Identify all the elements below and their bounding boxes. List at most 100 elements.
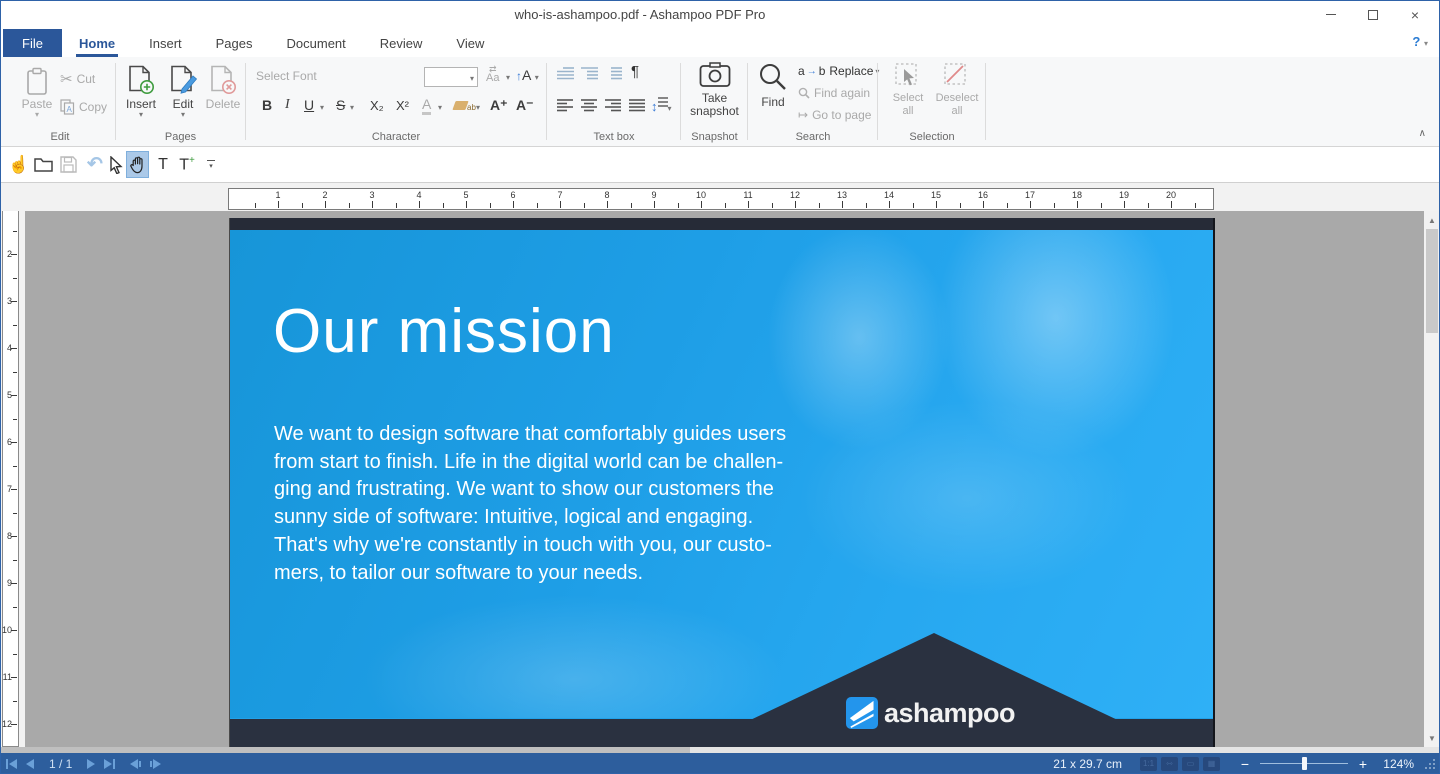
- zoom-slider[interactable]: [1260, 753, 1348, 774]
- pdf-page[interactable]: Our mission We want to design software t…: [229, 218, 1215, 747]
- add-text-icon: T+: [179, 154, 195, 174]
- zoom-in-button[interactable]: +: [1356, 756, 1370, 772]
- group-label-snapshot: Snapshot: [691, 131, 738, 143]
- pilcrow-button[interactable]: ¶: [631, 63, 639, 80]
- copy-icon: A: [60, 99, 75, 115]
- close-button[interactable]: ×: [1394, 0, 1436, 29]
- highlight-button[interactable]: ab: [452, 99, 476, 113]
- next-page-button[interactable]: [87, 758, 96, 769]
- indent-hanging-button[interactable]: [581, 67, 598, 80]
- tab-review[interactable]: Review: [363, 29, 440, 57]
- chevron-down-icon: ▾: [476, 103, 481, 112]
- chevron-down-icon: ▾: [320, 103, 325, 112]
- select-font-label[interactable]: Select Font: [256, 69, 317, 83]
- shrink-font-button[interactable]: A⁻: [516, 97, 534, 114]
- previous-view-button[interactable]: [130, 758, 142, 769]
- svg-text:A: A: [67, 105, 73, 114]
- help-button[interactable]: ? ▾: [1412, 34, 1428, 49]
- vertical-scrollbar[interactable]: ▲ ▼: [1424, 211, 1440, 747]
- vertical-ruler: 2 3 4 5 6 7 8 9 10 11 12: [2, 211, 19, 747]
- edit-page-button[interactable]: Edit ▾: [162, 61, 204, 119]
- font-size-combo[interactable]: ▾: [424, 67, 478, 87]
- first-page-button[interactable]: [6, 758, 17, 769]
- multi-page-button[interactable]: ▦: [1203, 756, 1220, 771]
- save-button[interactable]: [56, 151, 80, 178]
- undo-button[interactable]: ↶: [83, 151, 107, 178]
- folder-icon: [33, 158, 53, 172]
- slide-footer-band: [230, 719, 1213, 747]
- vertical-scrollbar-thumb[interactable]: [1426, 229, 1438, 333]
- find-button[interactable]: Find: [752, 62, 794, 109]
- select-tool-button[interactable]: [105, 151, 127, 178]
- justify-button[interactable]: [629, 99, 645, 112]
- maximize-button[interactable]: [1352, 0, 1394, 29]
- scroll-up-icon[interactable]: ▲: [1424, 212, 1440, 228]
- font-color-button[interactable]: A: [422, 97, 432, 115]
- indent-all-button[interactable]: [605, 67, 622, 80]
- pointing-hand-icon: ☝: [8, 154, 30, 174]
- last-page-button[interactable]: [104, 758, 116, 769]
- select-all-button[interactable]: Select all: [886, 63, 930, 118]
- grow-font-button[interactable]: A⁺: [490, 97, 508, 114]
- group-separator: [877, 63, 878, 140]
- click-tool-button[interactable]: ☝: [8, 151, 30, 178]
- fit-page-button[interactable]: ▭: [1182, 756, 1199, 771]
- chevron-down-icon: ▾: [138, 110, 143, 119]
- take-snapshot-button[interactable]: Take snapshot: [683, 62, 746, 118]
- line-spacing-button[interactable]: ↕ ▾: [651, 97, 672, 114]
- text-orientation-button[interactable]: ↑A ▾: [516, 67, 539, 83]
- ashampoo-logo: ashampoo: [846, 697, 1016, 729]
- pan-tool-button[interactable]: [126, 151, 149, 178]
- tab-home[interactable]: Home: [62, 29, 132, 57]
- italic-button[interactable]: I: [285, 97, 290, 113]
- tab-file[interactable]: File: [3, 29, 62, 57]
- zoom-out-button[interactable]: −: [1238, 756, 1252, 772]
- superscript-button[interactable]: X²: [396, 98, 409, 113]
- replace-button[interactable]: a→b Replace ▾: [798, 64, 879, 78]
- title-bar: who-is-ashampoo.pdf - Ashampoo PDF Pro ×: [0, 0, 1440, 29]
- tab-pages[interactable]: Pages: [199, 29, 270, 57]
- character-spacing-button[interactable]: ⇄ Aa: [486, 65, 499, 84]
- chevron-down-icon: ▾: [534, 73, 539, 82]
- underline-button[interactable]: U: [304, 97, 314, 113]
- fit-width-button[interactable]: ⇿: [1161, 756, 1178, 771]
- copy-button[interactable]: A Copy: [60, 99, 107, 115]
- resize-grip[interactable]: [1424, 758, 1435, 769]
- zoom-level: 124%: [1383, 756, 1414, 771]
- align-center-button[interactable]: [581, 99, 597, 112]
- go-to-page-button[interactable]: ↦ Go to page: [798, 108, 871, 122]
- tab-document[interactable]: Document: [270, 29, 363, 57]
- toolbar-overflow-button[interactable]: ▾: [202, 151, 220, 178]
- group-separator: [985, 63, 986, 140]
- window-title: who-is-ashampoo.pdf - Ashampoo PDF Pro: [514, 7, 766, 22]
- group-pages: Insert ▾ Edit ▾ Delete Pages: [118, 57, 243, 147]
- previous-page-button[interactable]: [26, 758, 34, 769]
- open-file-button[interactable]: [31, 151, 55, 178]
- text-tool-button[interactable]: T: [152, 151, 174, 178]
- align-left-button[interactable]: [557, 99, 573, 112]
- collapse-ribbon-button[interactable]: ∧: [1419, 128, 1426, 139]
- zoom-slider-thumb[interactable]: [1302, 757, 1307, 770]
- indent-first-line-button[interactable]: [557, 67, 574, 80]
- chevron-down-icon: ▾: [469, 74, 474, 83]
- deselect-all-button[interactable]: Deselect all: [934, 63, 980, 118]
- scroll-down-icon[interactable]: ▼: [1424, 730, 1440, 746]
- find-again-button[interactable]: Find again: [798, 86, 870, 100]
- delete-page-button[interactable]: Delete: [202, 61, 244, 111]
- cut-button[interactable]: ✂ Cut: [60, 70, 95, 88]
- subscript-button[interactable]: X₂: [370, 98, 384, 113]
- search-icon: [760, 64, 786, 90]
- horizontal-ruler: 1 2 3 4 5 6 7 8 9 10 11 12 13 14 15 16 17 18 19 20: [228, 188, 1214, 210]
- align-right-button[interactable]: [605, 99, 621, 112]
- add-text-tool-button[interactable]: T+: [174, 151, 200, 178]
- minimize-button[interactable]: [1310, 0, 1352, 29]
- actual-size-button[interactable]: 1:1: [1140, 756, 1157, 771]
- paste-button[interactable]: Paste ▾: [16, 61, 58, 119]
- bold-button[interactable]: B: [262, 97, 272, 113]
- insert-page-button[interactable]: Insert ▾: [120, 61, 162, 119]
- next-view-button[interactable]: [150, 758, 162, 769]
- group-textbox: ¶ ↕ ▾ Text box: [549, 57, 679, 147]
- strikethrough-button[interactable]: S: [336, 97, 345, 113]
- tab-insert[interactable]: Insert: [132, 29, 199, 57]
- tab-view[interactable]: View: [439, 29, 501, 57]
